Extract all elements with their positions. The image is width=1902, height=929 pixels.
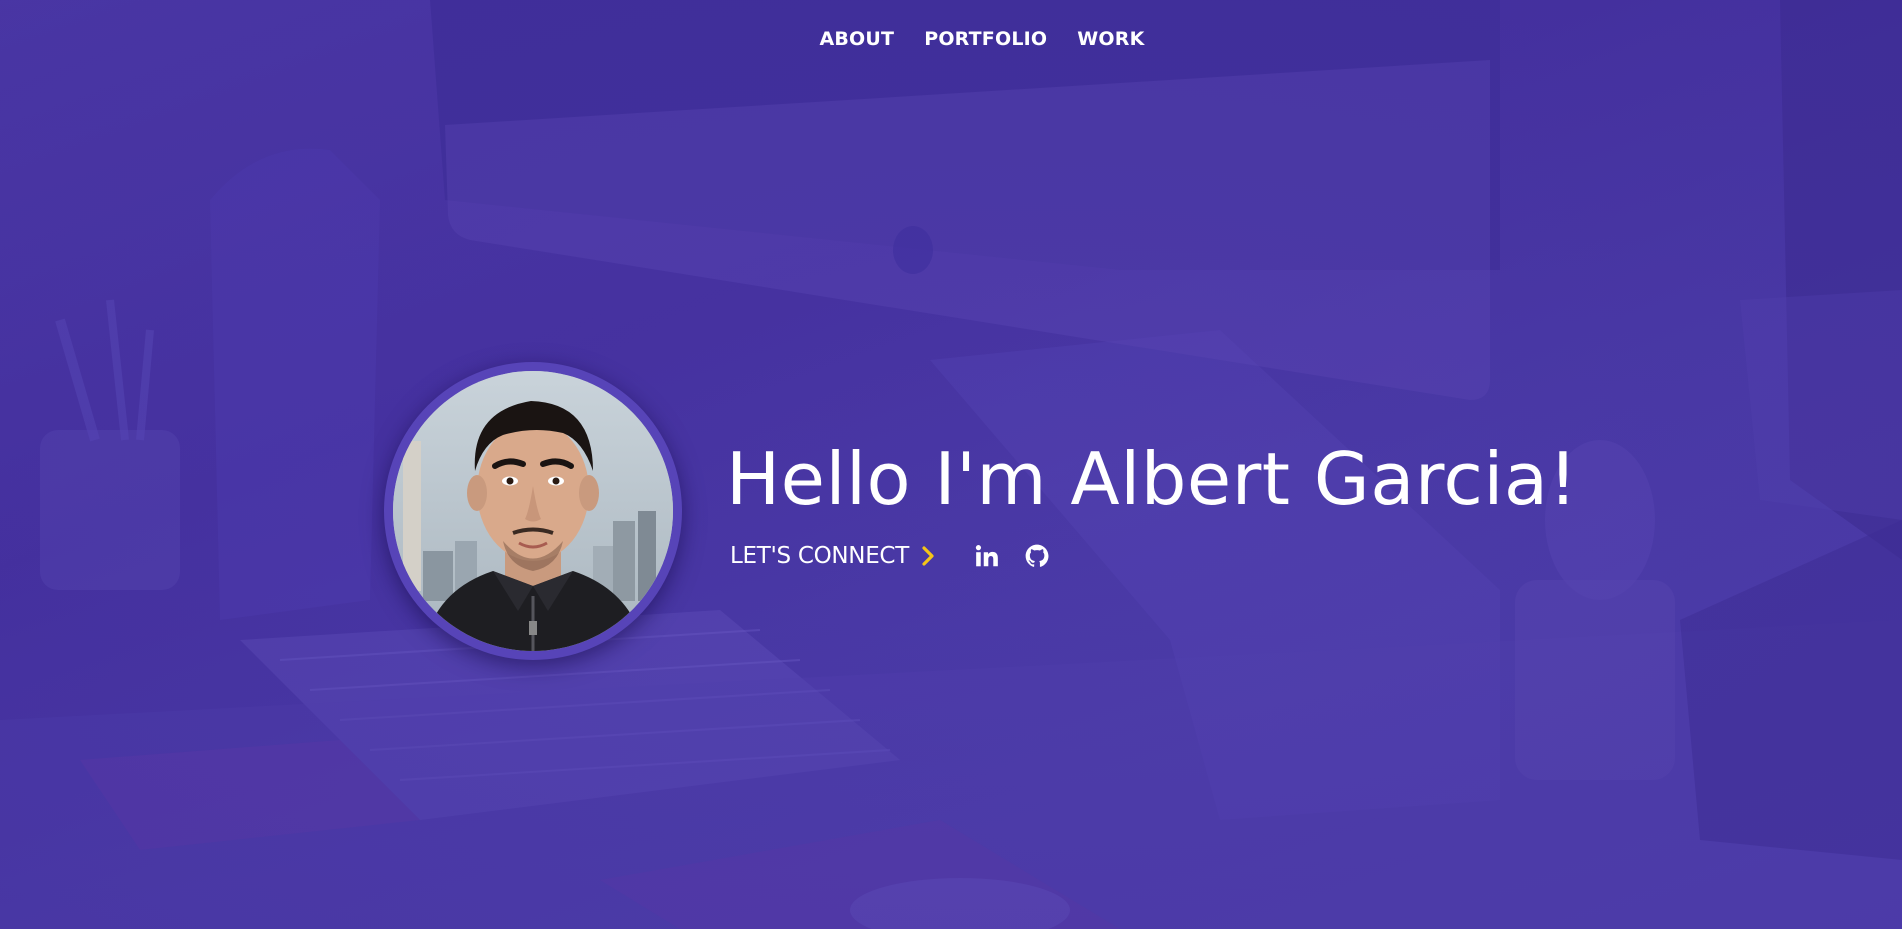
hero-actions: LET'S CONNECT [730,542,1578,570]
social-links [973,542,1051,570]
chevron-right-icon [922,545,934,566]
nav-link-portfolio[interactable]: PORTFOLIO [924,28,1047,50]
linkedin-icon [975,544,998,566]
lets-connect-label: LET'S CONNECT [730,542,909,569]
hero-text-block: Hello I'm Albert Garcia! LET'S CONNECT [726,440,1578,569]
hero-title: Hello I'm Albert Garcia! [726,437,1578,522]
hero-section: Hello I'm Albert Garcia! LET'S CONNECT [384,362,1578,660]
avatar-ring [384,362,682,660]
linkedin-link[interactable] [973,542,1001,570]
profile-photo [393,371,673,651]
nav-link-work[interactable]: WORK [1077,28,1144,50]
top-navigation: ABOUT PORTFOLIO WORK [0,28,1902,50]
lets-connect-link[interactable]: LET'S CONNECT [730,543,935,569]
profile-photo-image [393,371,673,651]
nav-link-about[interactable]: ABOUT [819,28,894,50]
github-icon [1025,544,1049,567]
github-link[interactable] [1023,542,1051,570]
